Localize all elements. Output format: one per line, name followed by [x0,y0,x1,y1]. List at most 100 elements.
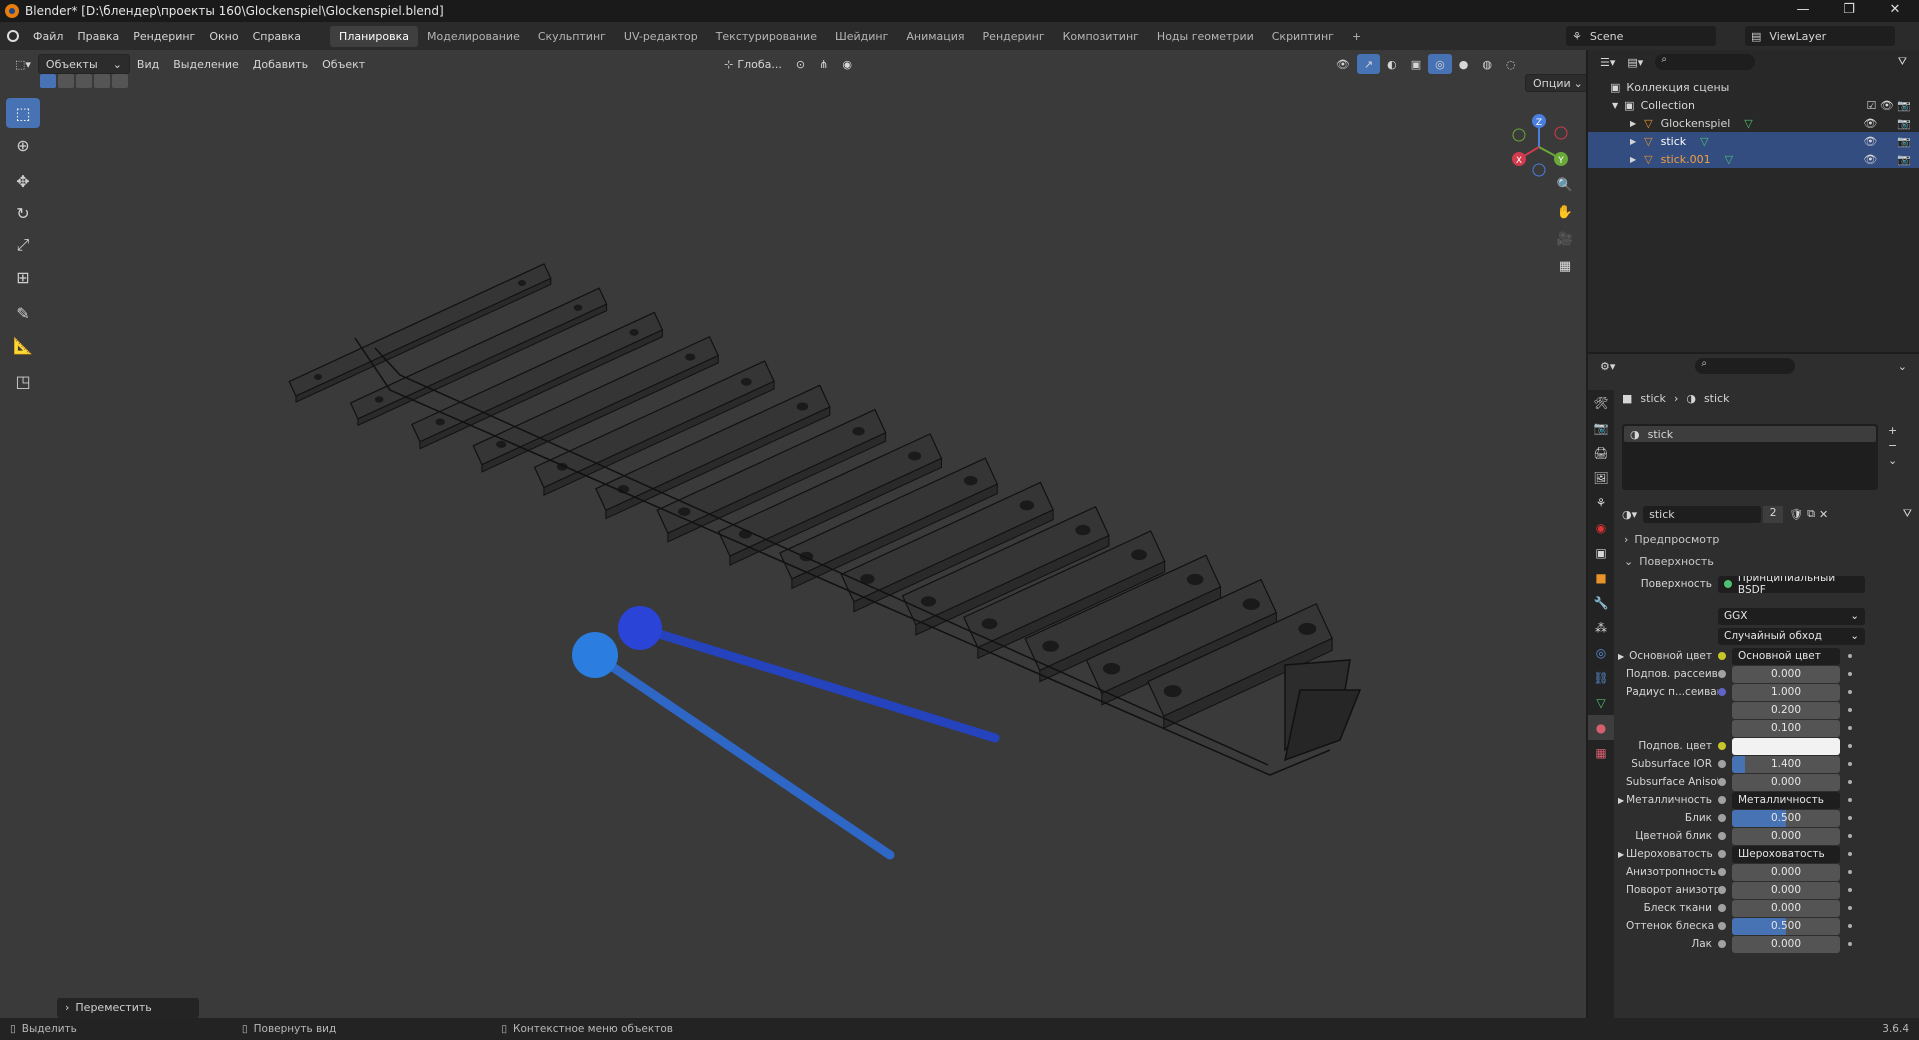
keyframe-dot-icon[interactable] [1848,708,1852,712]
number-field[interactable]: 0.100 [1732,719,1840,737]
keyframe-dot-icon[interactable] [1848,654,1852,658]
input-socket-icon[interactable] [1718,652,1726,660]
filter-icon[interactable]: ⛛ [1898,55,1907,69]
menu-edit[interactable]: Правка [70,30,126,43]
menu-render[interactable]: Рендеринг [126,30,202,43]
chevron-down-icon[interactable]: ⌄ [1898,360,1907,373]
keyframe-dot-icon[interactable] [1848,798,1852,802]
camera-icon[interactable]: 📷 [1897,153,1911,166]
filter-icon[interactable]: ⛛ [1903,507,1912,521]
menu-help[interactable]: Справка [246,30,308,43]
modifier-tab-icon[interactable]: 🔧 [1588,590,1614,615]
expand-down-icon[interactable]: ▼ [1612,101,1618,110]
add-slot-icon[interactable]: + [1888,424,1897,437]
keyframe-dot-icon[interactable] [1848,852,1852,856]
keyframe-dot-icon[interactable] [1848,762,1852,766]
keyframe-dot-icon[interactable] [1848,690,1852,694]
material-tab-icon[interactable]: ● [1588,715,1614,740]
display-mode-icon[interactable]: ▤▾ [1627,56,1643,69]
panel-preview[interactable]: › Предпросмотр [1618,530,1915,548]
linked-input-field[interactable]: Металличность [1732,791,1840,809]
outliner-row-collection[interactable]: ▼ ▣ Collection ☑ 👁 📷 [1588,96,1919,114]
input-socket-icon[interactable] [1718,904,1726,912]
view-layer-tab-icon[interactable]: 🖼 [1588,465,1614,490]
checkbox-icon[interactable]: ☑ 👁 📷 [1866,99,1911,112]
keyframe-dot-icon[interactable] [1848,906,1852,910]
workspace-tab-animation[interactable]: Анимация [897,26,973,47]
workspace-tab-layout[interactable]: Планировка [330,25,419,47]
particles-tab-icon[interactable]: ⁂ [1588,615,1614,640]
input-socket-icon[interactable] [1718,796,1726,804]
expand-right-icon[interactable]: ▶ [1618,796,1626,805]
view-layer-selector[interactable]: ▤ ViewLayer [1745,26,1895,46]
add-workspace-button[interactable]: + [1343,26,1370,47]
maximize-button[interactable]: ❐ [1826,0,1872,22]
keyframe-dot-icon[interactable] [1848,870,1852,874]
number-field[interactable]: 0.000 [1732,863,1840,881]
fake-user-icon[interactable]: 🛡 [1789,508,1803,521]
panel-surface[interactable]: ⌄ Поверхность [1618,552,1915,570]
expand-right-icon[interactable]: ▶ [1630,137,1636,146]
data-tab-icon[interactable]: ▽ [1588,690,1614,715]
eye-icon[interactable]: 👁 [1863,135,1877,148]
outliner-row-object[interactable]: ▶ ▽ Glockenspiel ▽ 👁 📷 [1588,114,1919,132]
blender-menu-icon[interactable] [0,30,26,42]
outliner-row-object[interactable]: ▶ ▽ stick ▽ 👁 📷 [1588,132,1919,150]
expand-right-icon[interactable]: ▶ [1630,119,1636,128]
pan-hand-icon[interactable]: ✋ [1553,200,1577,224]
number-field[interactable]: 0.000 [1732,935,1840,953]
texture-tab-icon[interactable]: ▦ [1588,740,1614,765]
remove-slot-icon[interactable]: − [1888,439,1897,452]
number-field[interactable]: 0.000 [1732,665,1840,683]
input-socket-icon[interactable] [1718,760,1726,768]
linked-input-field[interactable]: Основной цвет [1732,647,1840,665]
menu-file[interactable]: Файл [26,30,70,43]
number-field[interactable]: 1.400 [1732,755,1840,773]
keyframe-dot-icon[interactable] [1848,942,1852,946]
world-tab-icon[interactable]: ◉ [1588,515,1614,540]
number-field[interactable]: 0.000 [1732,881,1840,899]
eye-icon[interactable]: 👁 [1863,117,1877,130]
unlink-icon[interactable]: ✕ [1819,508,1828,521]
expand-right-icon[interactable]: ▶ [1630,155,1636,164]
input-socket-icon[interactable] [1718,670,1726,678]
output-tab-icon[interactable]: 🖨 [1588,440,1614,465]
number-field[interactable]: 0.500 [1732,809,1840,827]
input-socket-icon[interactable] [1718,850,1726,858]
number-field[interactable]: 0.500 [1732,917,1840,935]
workspace-tab-sculpting[interactable]: Скульптинг [529,26,615,47]
render-tab-icon[interactable]: 📷 [1588,415,1614,440]
keyframe-dot-icon[interactable] [1848,780,1852,784]
input-socket-icon[interactable] [1718,886,1726,894]
workspace-tab-texture[interactable]: Текстурирование [707,26,826,47]
number-field[interactable]: 0.000 [1732,827,1840,845]
last-operator-panel[interactable]: › Переместить [57,998,199,1018]
input-socket-icon[interactable] [1718,778,1726,786]
zoom-icon[interactable]: 🔍 [1553,173,1577,197]
camera-icon[interactable]: 📷 [1897,117,1911,130]
eye-icon[interactable]: 👁 [1863,153,1877,166]
workspace-tab-uv[interactable]: UV-редактор [615,26,707,47]
linked-input-field[interactable]: Шероховатость [1732,845,1840,863]
keyframe-dot-icon[interactable] [1848,672,1852,676]
outliner-search-input[interactable]: ⌕ [1655,54,1756,70]
camera-icon[interactable]: 📷 [1897,135,1911,148]
input-socket-icon[interactable] [1718,832,1726,840]
expand-right-icon[interactable]: ▶ [1618,652,1626,661]
surface-shader-field[interactable]: Принципиальный BSDF [1718,575,1865,593]
scene-tab-icon[interactable]: ⚘ [1588,490,1614,515]
number-field[interactable]: 0.000 [1732,773,1840,791]
close-button[interactable]: ✕ [1872,0,1918,22]
material-slot-item[interactable]: ◑ stick [1624,426,1876,442]
keyframe-dot-icon[interactable] [1848,888,1852,892]
color-swatch-field[interactable] [1732,737,1840,755]
keyframe-dot-icon[interactable] [1848,834,1852,838]
material-slot-list[interactable]: ◑ stick [1622,424,1878,490]
input-socket-icon[interactable] [1718,922,1726,930]
keyframe-dot-icon[interactable] [1848,924,1852,928]
subsurface-method-dropdown[interactable]: Случайный обход ⌄ [1718,627,1865,645]
collection-tab-icon[interactable]: ▣ [1588,540,1614,565]
input-socket-icon[interactable] [1718,688,1726,696]
workspace-tab-rendering[interactable]: Рендеринг [974,26,1054,47]
3d-viewport[interactable]: ⬚▾ Объекты ⌄ Вид Выделение Добавить Объе… [0,50,1586,1018]
